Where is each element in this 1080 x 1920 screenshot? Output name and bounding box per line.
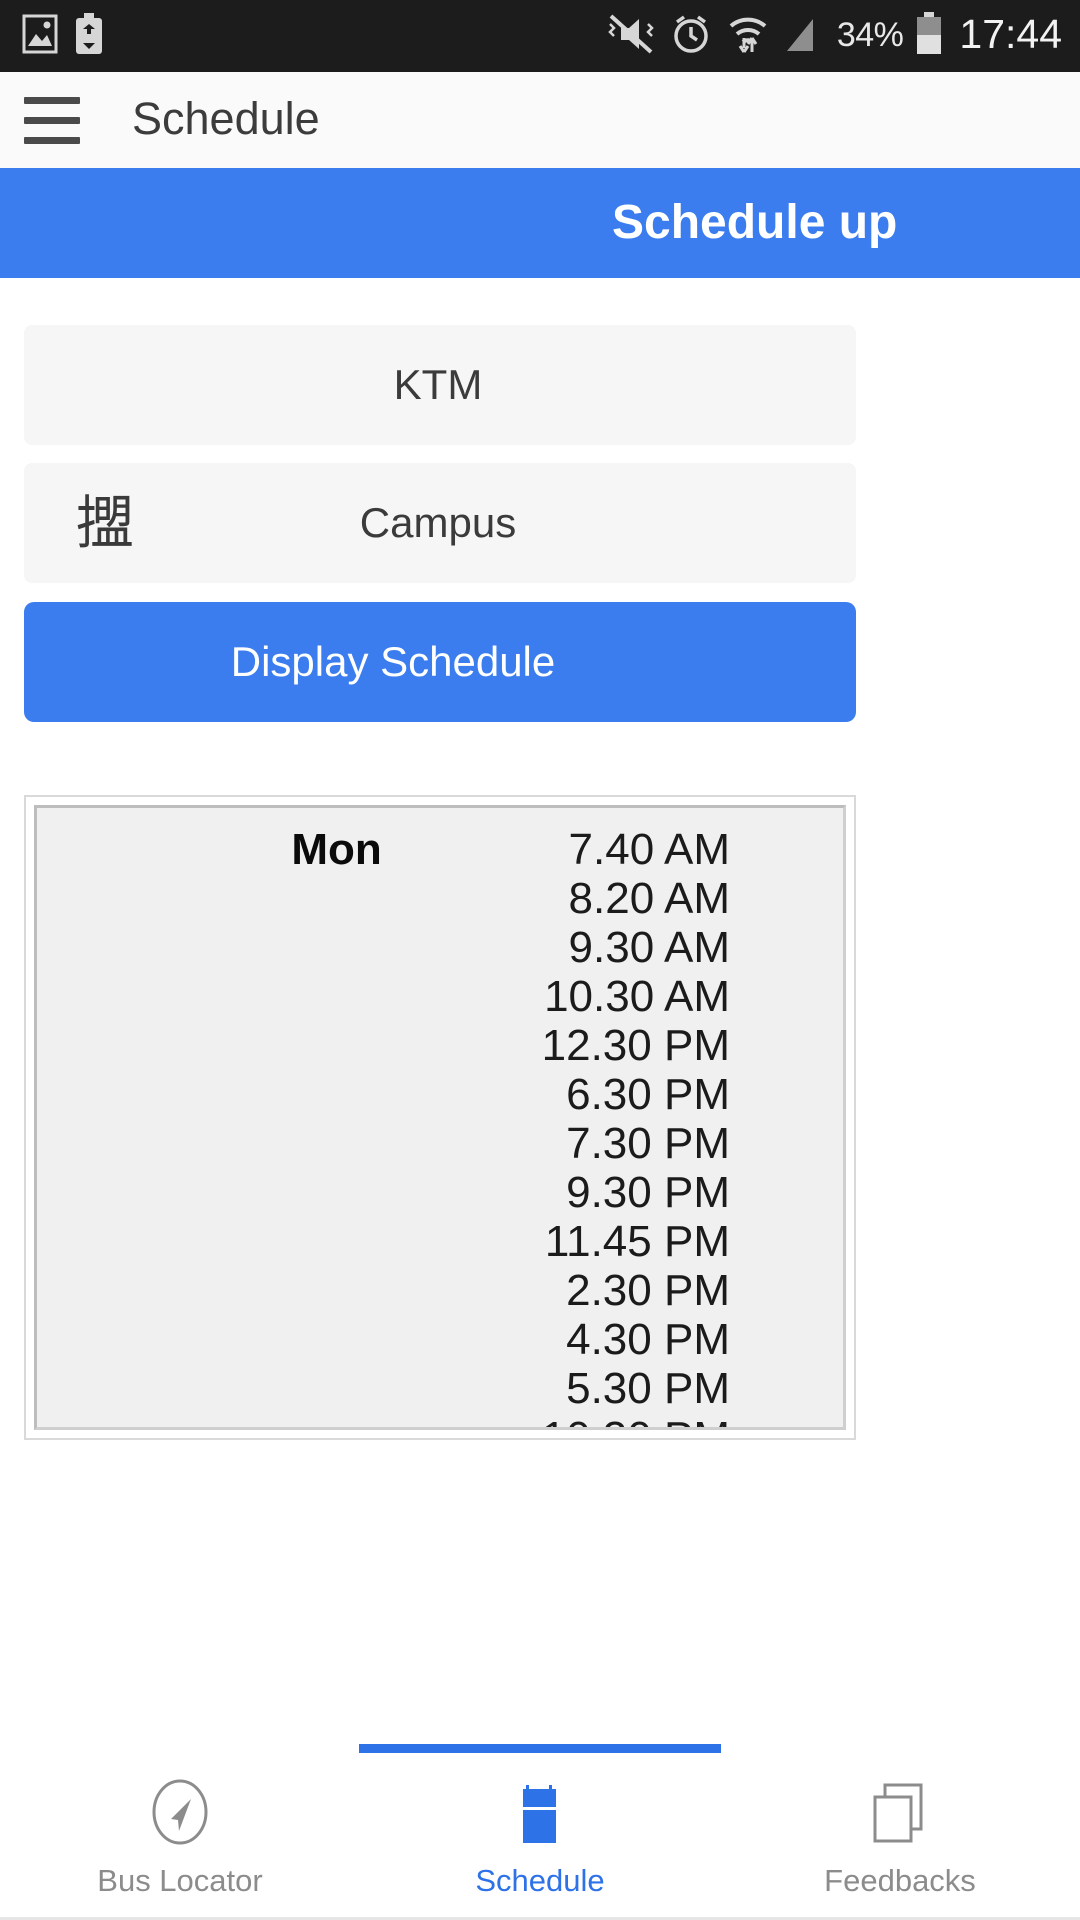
schedule-day-column: Mon: [37, 825, 416, 1427]
hamburger-bar: [24, 136, 80, 144]
schedule-time-entry: 9.30 AM: [568, 923, 730, 972]
mute-vibrate-off-icon: [605, 12, 657, 61]
hamburger-menu-icon[interactable]: [24, 96, 80, 144]
navigation-arrow-icon: [143, 1775, 217, 1849]
schedule-result-panel[interactable]: Mon 7.40 AM 8.20 AM 9.30 AM 10.30 AM 12.30 P…: [24, 795, 856, 1440]
display-schedule-button[interactable]: Display Schedule: [24, 602, 856, 722]
schedule-day-label: Mon: [291, 825, 382, 874]
app-bar: Schedule: [0, 72, 1080, 168]
signal-icon: [783, 13, 825, 60]
status-bar: 34% 17:44: [0, 0, 1080, 72]
schedule-time-entry: 7.30 PM: [566, 1119, 730, 1168]
route-select-value: KTM: [393, 361, 483, 408]
battery-percent-label: 34%: [836, 16, 904, 54]
status-bar-right-icons: 34% 17:44: [605, 11, 1062, 61]
stop-field-glyph-icon: 擝: [76, 489, 135, 557]
schedule-time-entry: 8.20 AM: [568, 874, 730, 923]
schedule-time-entry: 4.30 PM: [566, 1315, 730, 1364]
route-select-field[interactable]: KTM: [24, 325, 856, 445]
active-tab-indicator: [359, 1744, 721, 1753]
hamburger-bar: [24, 96, 80, 104]
image-icon: [22, 14, 58, 59]
schedule-update-banner: Schedule up: [0, 168, 1080, 278]
schedule-time-entry: 10.30 AM: [544, 972, 730, 1021]
schedule-time-entry: 7.40 AM: [568, 825, 730, 874]
tab-schedule-label: Schedule: [475, 1862, 605, 1898]
page-title: Schedule: [132, 92, 320, 144]
display-schedule-button-label: Display Schedule: [230, 638, 556, 685]
schedule-time-entry: 5.30 PM: [566, 1364, 730, 1413]
wifi-icon: [725, 12, 771, 61]
schedule-time-entry: 6.30 PM: [566, 1070, 730, 1119]
battery-icon: [915, 11, 943, 61]
tab-feedbacks-label: Feedbacks: [824, 1862, 976, 1898]
schedule-time-entry: 11.45 PM: [544, 1217, 730, 1266]
tab-schedule[interactable]: Schedule: [359, 1744, 721, 1920]
stop-select-value: Campus: [359, 499, 517, 546]
stop-select-field[interactable]: 擝 Campus: [24, 463, 856, 583]
hamburger-bar: [24, 116, 80, 124]
tab-bus-locator[interactable]: Bus Locator: [0, 1744, 360, 1920]
schedule-time-column: 7.40 AM 8.20 AM 9.30 AM 10.30 AM 12.30 PM 6.3…: [416, 825, 843, 1427]
calendar-icon: [503, 1775, 577, 1849]
schedule-grid: Mon 7.40 AM 8.20 AM 9.30 AM 10.30 AM 12.30 P…: [37, 808, 843, 1427]
battery-saver-icon: [74, 12, 104, 60]
banner-text: Schedule up: [612, 196, 898, 249]
app-screen: 34% 17:44 Schedule Schedule up KTM 擝 Cam…: [0, 0, 1080, 1920]
bottom-tab-bar: Bus Locator Schedule Feedbacks: [0, 1743, 1080, 1920]
schedule-result-inner: Mon 7.40 AM 8.20 AM 9.30 AM 10.30 AM 12.30 P…: [34, 805, 846, 1430]
status-bar-clock: 17:44: [959, 11, 1062, 57]
schedule-time-entry: 9.30 PM: [566, 1168, 730, 1217]
status-bar-left-icons: [22, 12, 104, 60]
schedule-time-entry: 10.30 PM: [416, 1413, 730, 1427]
tab-feedbacks[interactable]: Feedbacks: [720, 1744, 1080, 1920]
schedule-time-entry: 2.30 PM: [566, 1266, 730, 1315]
schedule-time-entry: 12.30 PM: [541, 1021, 730, 1070]
alarm-icon: [669, 12, 713, 61]
tab-bus-locator-label: Bus Locator: [97, 1862, 263, 1898]
copy-pages-icon: [863, 1775, 937, 1849]
